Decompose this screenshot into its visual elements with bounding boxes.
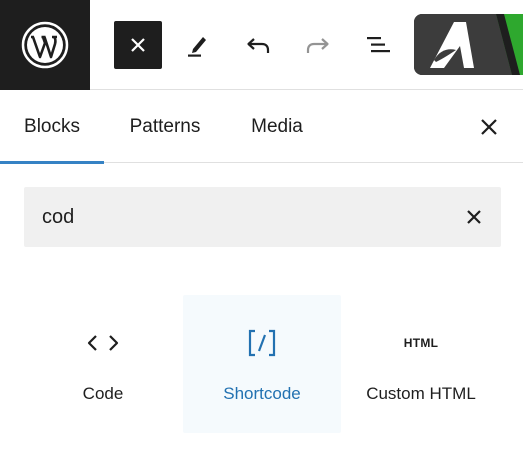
clear-search-button[interactable]	[454, 197, 494, 237]
close-icon	[467, 210, 481, 224]
block-item-label: Shortcode	[223, 384, 301, 403]
block-results: Code Shortcode HTML Custom HTML	[24, 295, 501, 433]
close-panel-button[interactable]	[469, 107, 509, 147]
inserter-tabs: Blocks Patterns Media	[0, 91, 523, 164]
redo-icon	[306, 38, 329, 53]
undo-icon	[247, 38, 270, 53]
close-icon	[481, 119, 497, 135]
block-item-code[interactable]: Code	[24, 295, 182, 433]
site-brand-button[interactable]	[414, 14, 523, 75]
block-item-shortcode[interactable]: Shortcode	[183, 295, 341, 433]
document-overview-button[interactable]	[354, 21, 402, 69]
tab-patterns[interactable]: Patterns	[104, 91, 226, 163]
search-input[interactable]	[24, 187, 424, 247]
block-item-custom-html[interactable]: HTML Custom HTML	[342, 295, 500, 433]
tab-media[interactable]: Media	[226, 91, 328, 163]
wordpress-logo-button[interactable]	[0, 0, 90, 90]
redo-button[interactable]	[294, 21, 342, 69]
document-overview-icon	[367, 37, 390, 53]
wordpress-icon	[21, 21, 69, 69]
block-item-label: Custom HTML	[366, 384, 476, 403]
block-item-label: Code	[82, 384, 124, 403]
brand-logo-icon	[414, 14, 523, 75]
html-icon: HTML	[403, 336, 439, 350]
shortcode-icon	[248, 329, 276, 357]
editor-toolbar	[0, 0, 523, 90]
undo-button[interactable]	[234, 21, 282, 69]
tools-button[interactable]	[174, 21, 222, 69]
close-inserter-button[interactable]	[114, 21, 162, 69]
code-icon	[87, 335, 119, 351]
tab-blocks[interactable]: Blocks	[0, 91, 104, 164]
block-search	[24, 187, 501, 247]
pencil-icon	[188, 37, 206, 57]
close-icon	[131, 38, 145, 52]
